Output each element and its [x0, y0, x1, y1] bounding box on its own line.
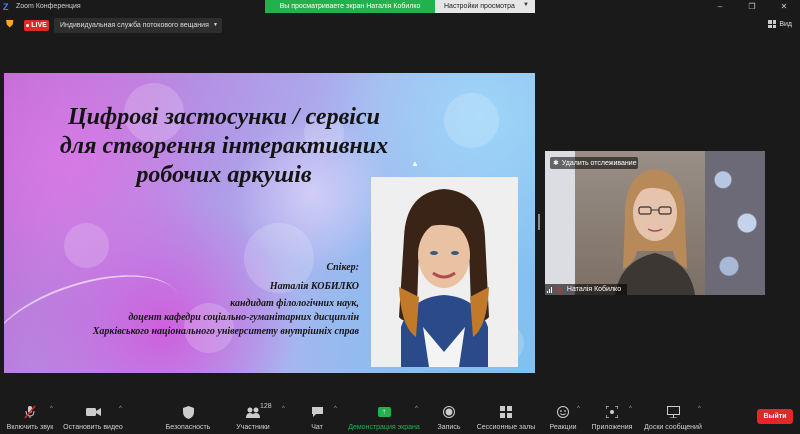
participant-name: Наталія Кобилко [566, 286, 622, 293]
speaker-portrait-icon [371, 177, 518, 367]
security-button[interactable]: Безопасность [162, 399, 214, 434]
view-label: Вид [779, 20, 792, 28]
toolbar-label: Безопасность [165, 424, 211, 431]
share-screen-icon: ↑ [377, 404, 391, 420]
video-camera-icon [85, 404, 101, 420]
slide-title-line: Цифрові застосунки / сервіси [68, 104, 380, 130]
mouse-cursor-icon: ▲ [411, 159, 419, 168]
toolbar-label: Включить звук [6, 424, 54, 431]
record-button[interactable]: Запись [434, 399, 464, 434]
speaker-university: Харківського національного університету … [92, 326, 359, 337]
participant-silhouette-icon [615, 169, 695, 295]
participants-icon: 128 [246, 403, 272, 420]
breakout-rooms-button[interactable]: Сессионные залы [474, 399, 538, 434]
shared-screen-slide: Цифрові застосунки / сервіси для створен… [4, 73, 535, 373]
meeting-toolbar: Включить звук ^ Остановить видео ^ Безоп… [0, 399, 800, 434]
apps-icon [606, 404, 618, 420]
chat-icon [311, 404, 324, 420]
window-titlebar: Z Zoom Конференция Вы просматриваете экр… [0, 0, 800, 13]
whiteboard-icon [666, 404, 680, 420]
speaker-degree: кандидат філологічних наук, [230, 298, 359, 309]
participants-button[interactable]: 128 Участники [232, 399, 274, 434]
chat-options-caret-icon[interactable]: ^ [334, 406, 337, 412]
reactions-button[interactable]: Реакции [546, 399, 580, 434]
apps-button[interactable]: Приложения [590, 399, 634, 434]
toolbar-label: Участники [236, 424, 270, 431]
participants-count: 128 [260, 403, 272, 410]
view-settings-dropdown[interactable]: Настройки просмотра ▼ [435, 0, 535, 13]
signal-strength-icon [547, 286, 552, 293]
maximize-button[interactable]: ❐ [736, 0, 768, 13]
participant-name-tag: 🎙︎ Наталія Кобилко [545, 284, 627, 295]
speaker-name: Наталія КОБИЛКО [269, 281, 359, 292]
window-controls: – ❐ ✕ [704, 0, 800, 13]
toolbar-label: Приложения [591, 424, 633, 431]
live-label: LIVE [31, 22, 47, 29]
zoom-logo-icon: Z [3, 1, 9, 12]
reactions-options-caret-icon[interactable]: ^ [577, 406, 580, 412]
toolbar-label: Демонстрация экрана [348, 424, 420, 431]
toolbar-label: Остановить видео [63, 424, 123, 431]
reactions-icon [557, 404, 569, 420]
leave-meeting-button[interactable]: Выйти [757, 409, 793, 424]
live-badge[interactable]: LIVE [24, 20, 49, 31]
view-settings-label: Настройки просмотра [444, 3, 515, 10]
remove-spotlight-label: Удалить отслеживание [561, 159, 637, 167]
participants-options-caret-icon[interactable]: ^ [282, 406, 285, 412]
remove-spotlight-button[interactable]: ✱ Удалить отслеживание [550, 157, 638, 169]
toolbar-label: Чат [311, 424, 323, 431]
speaker-position: доцент кафедри соціально-гуманітарних ди… [128, 312, 359, 323]
streaming-service-dropdown[interactable]: Индивидуальная служба потокового вещания… [54, 18, 222, 33]
share-options-caret-icon[interactable]: ^ [415, 406, 418, 412]
mic-muted-icon: 🎙︎ [555, 286, 564, 294]
chat-button[interactable]: Чат [304, 399, 330, 434]
toolbar-label: Запись [437, 424, 461, 431]
toolbar-label: Реакции [549, 424, 577, 431]
slide-title: Цифрові застосунки / сервіси для створен… [24, 103, 424, 190]
mic-muted-icon [24, 404, 36, 420]
minimize-button[interactable]: – [704, 0, 736, 13]
close-button[interactable]: ✕ [768, 0, 800, 13]
toolbar-label: Сессионные залы [476, 424, 536, 431]
record-icon [443, 404, 455, 420]
slide-title-line: для створення інтерактивних [59, 133, 389, 159]
unmute-button[interactable]: Включить звук [4, 399, 56, 434]
caret-down-icon: ▼ [213, 22, 218, 28]
security-shield-icon[interactable]: ⛊ [6, 19, 16, 31]
breakout-rooms-icon [500, 404, 512, 420]
speaker-info: Спікер: Наталія КОБИЛКО кандидат філолог… [44, 261, 359, 339]
whiteboard-button[interactable]: Доски сообщений [642, 399, 704, 434]
pin-icon: ✱ [553, 160, 559, 167]
whiteboard-options-caret-icon[interactable]: ^ [698, 406, 701, 412]
chevron-down-icon: ▼ [523, 2, 529, 8]
panel-splitter-handle[interactable] [538, 214, 540, 230]
toolbar-label: Доски сообщений [644, 424, 702, 431]
shield-icon [182, 404, 194, 420]
meeting-topbar: ⛊ LIVE Индивидуальная служба потокового … [0, 16, 800, 36]
speaker-label: Спікер: [326, 262, 359, 273]
slide-title-line: робочих аркушів [136, 162, 312, 188]
streaming-service-label: Индивидуальная служба потокового вещания [60, 22, 209, 29]
live-dot-icon [26, 24, 30, 27]
apps-options-caret-icon[interactable]: ^ [629, 406, 632, 412]
grid-view-icon [768, 20, 777, 28]
video-options-caret-icon[interactable]: ^ [119, 406, 122, 412]
share-screen-button[interactable]: ↑ Демонстрация экрана [346, 399, 422, 434]
screen-share-banner: Вы просматриваете экран Наталія Кобилко [265, 0, 435, 13]
window-title: Zoom Конференция [16, 3, 81, 10]
speaker-photo [371, 177, 518, 367]
participant-video[interactable] [545, 151, 765, 295]
stop-video-button[interactable]: Остановить видео [62, 399, 124, 434]
audio-options-caret-icon[interactable]: ^ [50, 406, 53, 412]
view-button[interactable]: Вид [768, 20, 792, 28]
